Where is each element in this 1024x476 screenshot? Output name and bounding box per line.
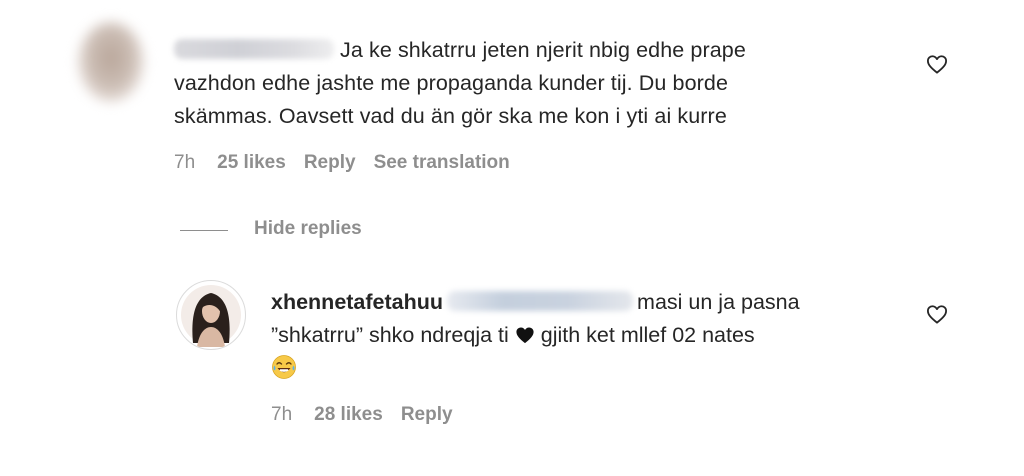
comment-line-1: Ja ke shkatrru jeten njerit nbig edhe pr… [340,38,746,62]
comment-reply-button[interactable]: Reply [304,152,356,173]
profile-photo [181,285,241,347]
black-heart-emoji-icon [516,327,534,344]
reply-avatar[interactable] [176,280,246,350]
comment-time: 7h [174,152,196,173]
reply-text-part-3: gjith ket mllef 02 nates [540,323,755,347]
comments-thread: Ja ke shkatrru jeten njerit nbig edhe pr… [0,0,1024,476]
heart-icon[interactable] [926,54,948,74]
hide-replies-button[interactable]: Hide replies [254,218,362,240]
comment-line-2: vazhdon edhe jashte me propaganda kunder… [174,71,729,95]
reply-username[interactable]: xhennetafetahuu [271,290,443,314]
hide-replies-divider [180,230,228,231]
blurred-avatar[interactable] [78,22,144,102]
reply-text: xhennetafetahuu masi un ja pasna ”shkatrr… [271,286,901,385]
reply-meta: 7h 28 likes Reply [271,404,471,426]
see-translation-button[interactable]: See translation [374,152,510,173]
tears-of-joy-emoji-icon [272,355,296,379]
reply-time: 7h [271,404,293,425]
blurred-mention[interactable] [447,291,634,311]
comment-line-3: skämmas. Oavsett vad du än gör ska me ko… [174,104,727,128]
reply-text-part-1: masi un ja pasna [637,290,800,314]
comment-meta: 7h 25 likes Reply See translation [174,152,528,174]
heart-icon[interactable] [926,304,948,324]
reply-reply-button[interactable]: Reply [401,404,453,425]
blurred-username[interactable] [174,39,334,59]
reply-likes[interactable]: 28 likes [314,404,383,425]
comment-text: Ja ke shkatrru jeten njerit nbig edhe pr… [174,34,894,133]
reply-text-part-2: ”shkatrru” shko ndreqja ti [271,323,509,347]
comment-likes[interactable]: 25 likes [217,152,286,173]
